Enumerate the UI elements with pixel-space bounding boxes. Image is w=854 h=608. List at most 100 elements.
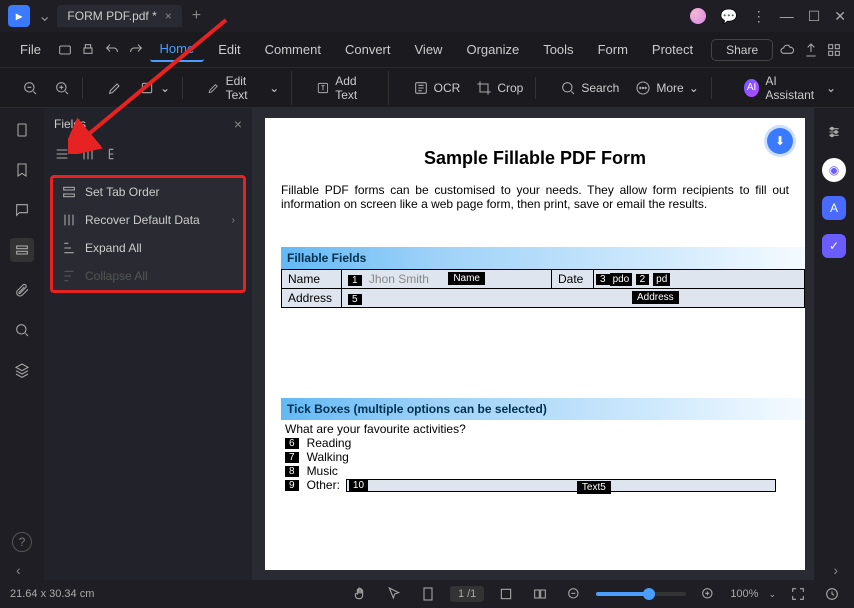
menu-organize[interactable]: Organize [456, 38, 529, 61]
zoom-out-status-icon[interactable] [562, 582, 586, 606]
menu-file[interactable]: File [10, 38, 51, 61]
layers-icon[interactable] [10, 358, 34, 382]
tick-music[interactable]: 8Music [265, 464, 805, 478]
kebab-menu-icon[interactable]: ⋮ [752, 8, 766, 25]
zoom-dropdown-icon[interactable]: ⌄ [768, 589, 776, 600]
prev-page-chevron[interactable]: ‹ [16, 562, 21, 578]
share-button[interactable]: Share [711, 39, 773, 61]
tick-question: What are your favourite activities? [265, 420, 805, 436]
check-icon[interactable]: ✓ [822, 234, 846, 258]
menu-edit[interactable]: Edit [208, 38, 250, 61]
crop-button[interactable]: Crop [470, 77, 529, 99]
undo-icon[interactable] [102, 38, 122, 62]
chat-icon[interactable]: 💬 [720, 8, 737, 25]
address-badge: Address [632, 291, 679, 304]
search-button[interactable]: Search [554, 77, 625, 99]
zoom-in-status-icon[interactable] [696, 582, 720, 606]
fields-icon[interactable] [10, 238, 34, 262]
cloud-icon[interactable] [777, 38, 797, 62]
name-placeholder: Jhon Smith [369, 272, 429, 286]
hand-tool-icon[interactable] [348, 582, 372, 606]
tab-title: FORM PDF.pdf * [67, 9, 156, 23]
date-tab-number-2: 2 [636, 274, 650, 285]
fields-context-menu: Set Tab Order Recover Default Data › Exp… [50, 175, 246, 293]
close-tab-icon[interactable]: × [165, 9, 172, 23]
upload-icon[interactable] [801, 38, 821, 62]
fullscreen-icon[interactable] [786, 582, 810, 606]
highlight-tool[interactable] [101, 77, 129, 99]
panel-tabs [44, 140, 252, 173]
statusbar: 21.64 x 30.34 cm 1 /1 100% ⌄ [0, 580, 854, 608]
tab-pin-icon[interactable]: ⌄ [38, 6, 51, 26]
menu-comment[interactable]: Comment [255, 38, 331, 61]
document-viewport[interactable]: ⬇ Sample Fillable PDF Form Fillable PDF … [252, 108, 814, 580]
name-tab-number: 1 [348, 275, 362, 286]
ctx-set-tab-order[interactable]: Set Tab Order [53, 178, 243, 206]
tick-reading[interactable]: 6Reading [265, 436, 805, 450]
zoom-value[interactable]: 100% [730, 588, 758, 600]
zoom-slider[interactable] [596, 592, 686, 596]
page-indicator[interactable]: 1 /1 [450, 586, 484, 602]
new-tab-button[interactable]: + [192, 7, 201, 25]
search-panel-icon[interactable] [10, 318, 34, 342]
redo-icon[interactable] [126, 38, 146, 62]
download-badge-icon[interactable]: ⬇ [767, 128, 793, 154]
tick-other[interactable]: 9Other: 10 Text5 [265, 478, 805, 492]
read-mode-icon[interactable] [820, 582, 844, 606]
ai-sidebar-icon[interactable]: ◉ [822, 158, 846, 182]
panel-tab-order[interactable] [80, 146, 96, 167]
ocr-button[interactable]: OCR [407, 77, 467, 99]
document-tab[interactable]: FORM PDF.pdf * × [57, 5, 181, 27]
zoom-out-button[interactable] [16, 77, 44, 99]
name-badge: Name [448, 272, 485, 285]
attachment-icon[interactable] [10, 278, 34, 302]
name-field-cell[interactable]: 1 Jhon Smith Name [342, 270, 552, 289]
tick-walking[interactable]: 7Walking [265, 450, 805, 464]
menu-protect[interactable]: Protect [642, 38, 703, 61]
thumbnail-icon[interactable] [10, 118, 34, 142]
open-icon[interactable] [55, 38, 75, 62]
ai-assistant-button[interactable]: AI AI Assistant⌄ [736, 70, 844, 106]
translate-icon[interactable]: A [822, 196, 846, 220]
fillable-fields-table: Name 1 Jhon Smith Name Date 3pdo 2pd Add… [281, 269, 805, 308]
menu-convert[interactable]: Convert [335, 38, 401, 61]
date-field-cell[interactable]: 3pdo 2pd [594, 270, 805, 289]
shape-tool[interactable]: ⌄ [133, 77, 176, 99]
fit-width-icon[interactable] [494, 582, 518, 606]
more-button[interactable]: More⌄ [629, 77, 704, 99]
close-window-button[interactable]: ✕ [834, 8, 846, 25]
zoom-in-button[interactable] [48, 77, 76, 99]
comment-icon[interactable] [10, 198, 34, 222]
menu-home[interactable]: Home [150, 37, 205, 62]
address-tab-number: 5 [348, 294, 362, 305]
doc-description: Fillable PDF forms can be customised to … [265, 183, 805, 211]
panel-close-icon[interactable]: × [234, 116, 242, 132]
address-field-cell[interactable]: 5 Address [342, 289, 805, 308]
scroll-mode-icon[interactable] [416, 582, 440, 606]
menu-tools[interactable]: Tools [533, 38, 583, 61]
panel-tab-list[interactable] [54, 146, 70, 167]
panel-title: Fields [54, 117, 86, 131]
minimize-button[interactable]: — [780, 8, 794, 24]
bookmark-icon[interactable] [10, 158, 34, 182]
grid-icon[interactable] [824, 38, 844, 62]
add-text-button[interactable]: Add Text [310, 71, 381, 105]
date-label-cell: Date [552, 270, 594, 289]
fields-panel: Fields × Set Tab Order Recover Default D… [44, 108, 252, 580]
maximize-button[interactable]: ☐ [808, 8, 821, 25]
properties-icon[interactable] [822, 120, 846, 144]
menu-form[interactable]: Form [588, 38, 638, 61]
panel-tab-tree[interactable] [106, 146, 122, 167]
user-avatar[interactable] [690, 8, 706, 24]
ctx-collapse-all: Collapse All [53, 262, 243, 290]
toolbar: ⌄ Edit Text⌄ Add Text OCR Crop Search Mo… [0, 68, 854, 108]
ctx-recover-default[interactable]: Recover Default Data › [53, 206, 243, 234]
next-page-chevron[interactable]: › [833, 562, 838, 578]
help-icon[interactable]: ? [12, 532, 32, 552]
ctx-expand-all[interactable]: Expand All [53, 234, 243, 262]
edit-text-button[interactable]: Edit Text⌄ [201, 71, 285, 105]
menu-view[interactable]: View [405, 38, 453, 61]
select-tool-icon[interactable] [382, 582, 406, 606]
print-icon[interactable] [79, 38, 99, 62]
fit-page-icon[interactable] [528, 582, 552, 606]
